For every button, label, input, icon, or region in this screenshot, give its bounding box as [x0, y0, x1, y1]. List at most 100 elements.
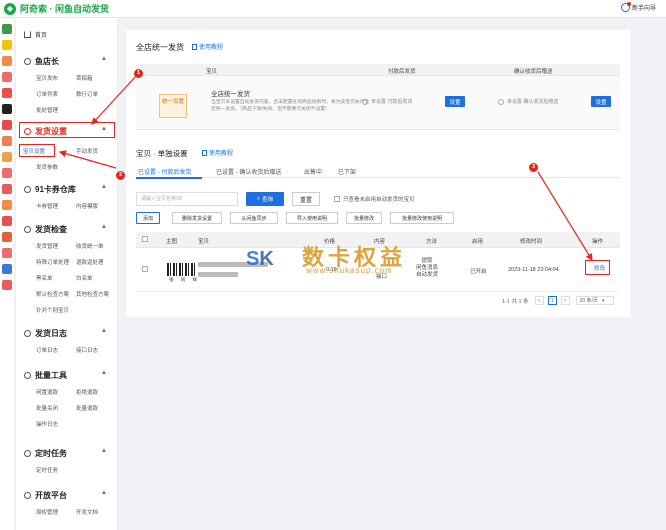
chevron-up-icon[interactable]: ▲ — [101, 184, 107, 190]
radio-after-confirm[interactable] — [498, 98, 504, 105]
sidebar-section-delivery-log[interactable]: 发货日志 — [24, 328, 67, 339]
sidebar-item-manual-delivery[interactable]: 手动发货 — [76, 147, 98, 155]
app-icon-red-7[interactable] — [2, 232, 12, 242]
search-input[interactable]: 请输入宝贝名称/ID — [136, 192, 238, 206]
app-icon-red-9[interactable] — [2, 280, 12, 290]
sidebar-item[interactable]: 收货统一单 — [76, 242, 104, 250]
annotation-badge-2: 2 — [116, 171, 125, 180]
sidebar-item[interactable]: 内容模版 — [76, 202, 98, 210]
only-show-unenabled-filter[interactable]: 只查看未启用自动发货的宝贝 — [334, 195, 415, 203]
app-icon-xianyu[interactable] — [2, 24, 12, 34]
chevron-up-icon[interactable]: ▲ — [101, 490, 107, 496]
column-header: 确认收货后赠送 — [514, 69, 553, 75]
chevron-up-icon[interactable]: ▲ — [101, 126, 107, 132]
annotation-badge-1: 1 — [134, 69, 143, 78]
tab-on-sale[interactable]: 出售中 — [304, 167, 322, 176]
chevron-up-icon[interactable]: ▲ — [101, 224, 107, 230]
sidebar-item[interactable]: 操作日志 — [36, 420, 58, 428]
sidebar-item[interactable]: 订单列表 — [36, 90, 58, 98]
prev-page-button[interactable]: < — [534, 296, 544, 305]
modify-link[interactable]: 修改 — [594, 264, 605, 272]
next-page-button[interactable]: > — [560, 296, 570, 305]
settings-icon — [24, 128, 31, 135]
sidebar-item[interactable]: 针对个别宝贝 — [36, 306, 69, 314]
sidebar-item[interactable]: 其他检查方案 — [76, 290, 109, 298]
enabled-cell: 已开启 — [470, 269, 487, 275]
sidebar-item[interactable]: 黑名单 — [36, 274, 53, 282]
sidebar-section-delivery-check[interactable]: 发货检查 — [24, 224, 67, 235]
sidebar-section-delivery-settings[interactable]: 发货设置 — [24, 126, 67, 137]
app-icon-red-3[interactable] — [2, 120, 12, 130]
tab-off-shelf[interactable]: 已下架 — [338, 167, 356, 176]
chevron-up-icon[interactable]: ▲ — [101, 328, 107, 334]
sidebar-item[interactable]: 接口日志 — [76, 346, 98, 354]
delete-setting-button[interactable]: 删除发货设置 — [172, 212, 222, 224]
sidebar-item[interactable]: 卡券管理 — [36, 202, 58, 210]
sidebar-item[interactable]: 退款返处理 — [76, 258, 104, 266]
sidebar-item[interactable]: 批量退款 — [76, 404, 98, 412]
add-button[interactable]: 添加 — [136, 212, 160, 224]
sidebar-item[interactable]: 发货参数 — [36, 163, 58, 171]
reset-button[interactable]: 重置 — [292, 192, 320, 206]
sidebar-item[interactable]: 发货管理 — [36, 242, 58, 250]
app-icon-red-5[interactable] — [2, 184, 12, 194]
help-link-item[interactable]: 使用教程 — [202, 148, 233, 157]
batch-modify-button[interactable]: 批量修改 — [346, 212, 382, 224]
app-icon-blue[interactable] — [2, 264, 12, 274]
sync-xianyu-button[interactable]: 从闲鱼同步 — [230, 212, 278, 224]
checkbox[interactable] — [334, 196, 340, 202]
app-icon-orange-3[interactable] — [2, 152, 12, 162]
page-1-button[interactable]: 1 — [547, 296, 557, 305]
sidebar-section-yudianzhang[interactable]: 鱼店长 — [24, 56, 59, 67]
tab-after-pay[interactable]: 已设置 - 付款后发货 — [138, 167, 191, 176]
sidebar-item[interactable]: 授权管理 — [36, 508, 58, 516]
sidebar-item[interactable]: 草稿箱 — [76, 74, 93, 82]
sidebar-section-card-warehouse[interactable]: 91卡券仓库 — [24, 184, 76, 195]
sidebar-item[interactable]: 订单日志 — [36, 346, 58, 354]
app-icon-orange-4[interactable] — [2, 200, 12, 210]
sidebar-item-home[interactable]: 首页 — [24, 30, 47, 39]
sidebar-item-item-settings[interactable]: 宝贝设置 — [23, 147, 45, 155]
tab-after-confirm[interactable]: 已设置 - 确认收货后赠送 — [216, 167, 281, 176]
sidebar-item[interactable]: 批处管理 — [36, 106, 58, 114]
app-icon-yellow[interactable] — [2, 40, 12, 50]
sidebar-item[interactable]: 批量关闭 — [36, 404, 58, 412]
chevron-up-icon[interactable]: ▲ — [101, 448, 107, 454]
sidebar-item[interactable]: 默认检查方案 — [36, 290, 69, 298]
app-icon-red-2[interactable] — [2, 88, 12, 98]
chevron-up-icon[interactable]: ▲ — [101, 56, 107, 62]
app-icon-tiktok[interactable] — [2, 104, 12, 114]
search-button[interactable]: ⌕ 查询 — [246, 192, 284, 206]
sidebar-section-scheduled-tasks[interactable]: 定时任务 — [24, 448, 67, 459]
sidebar-item[interactable]: 宝贝发布 — [36, 74, 58, 82]
sidebar-item[interactable]: 闲置退款 — [36, 388, 58, 396]
app-icon-red-8[interactable] — [2, 248, 12, 258]
app-icon-orange[interactable] — [2, 56, 12, 66]
app-icon-red-4[interactable] — [2, 168, 12, 178]
help-link[interactable]: 使用教程 — [192, 42, 223, 51]
chevron-up-icon[interactable]: ▲ — [101, 370, 107, 376]
after-pay-set-button[interactable]: 设置 — [445, 96, 465, 107]
sidebar-item[interactable]: 白名单 — [76, 274, 93, 282]
radio-after-pay[interactable] — [362, 98, 368, 105]
import-instructions-button[interactable]: 导入使用说明 — [286, 212, 338, 224]
sidebar-section-open-platform[interactable]: 开放平台 — [24, 490, 67, 501]
sidebar-item[interactable]: 定时任务 — [36, 466, 58, 474]
sidebar-item[interactable]: 数行订单 — [76, 90, 98, 98]
check-icon — [24, 226, 31, 233]
row-checkbox[interactable] — [142, 266, 148, 272]
sidebar-item[interactable]: 开发文档 — [76, 508, 98, 516]
after-confirm-set-button[interactable]: 设置 — [591, 96, 611, 107]
sidebar-section-batch-tools[interactable]: 批量工具 — [24, 370, 67, 381]
batch-modify-instructions-button[interactable]: 批量修改使用说明 — [390, 212, 454, 224]
page-size-select[interactable]: 20 条/页 ▾ — [575, 296, 614, 305]
select-all-checkbox[interactable] — [142, 236, 148, 242]
app-icon-orange-2[interactable] — [2, 136, 12, 146]
item-main-image[interactable] — [167, 263, 195, 276]
sidebar-item[interactable]: 特殊订单处理 — [36, 258, 69, 266]
sidebar-item[interactable]: 拒绝退款 — [76, 388, 98, 396]
app-icon-red[interactable] — [2, 72, 12, 82]
beginner-guide-link[interactable]: 新手向导 — [620, 2, 656, 12]
app-icon-red-6[interactable] — [2, 216, 12, 226]
app-logo[interactable]: ◆ 阿奇索 · 闲鱼自动发货 — [4, 2, 109, 15]
